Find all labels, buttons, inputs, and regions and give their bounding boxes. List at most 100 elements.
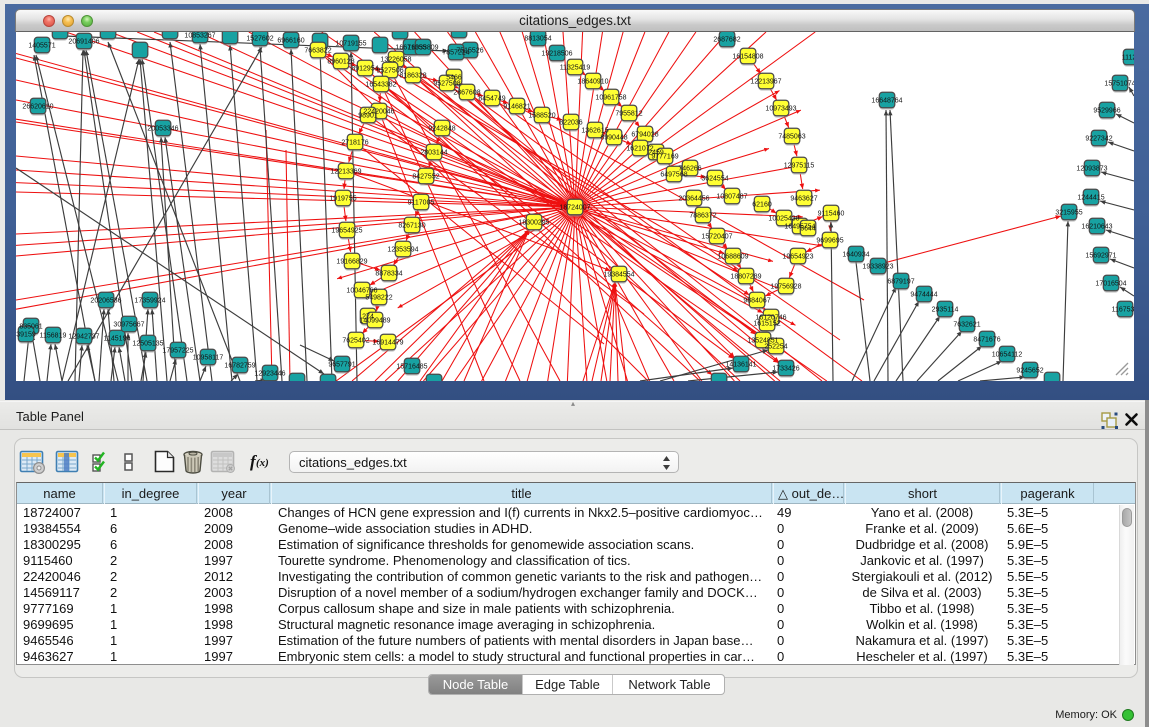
svg-text:9657791: 9657791 [328,362,355,369]
svg-text:10853267: 10853267 [184,33,215,40]
svg-text:7857224: 7857224 [442,50,469,57]
svg-text:19338923: 19338923 [862,264,893,271]
svg-text:12942737: 12942737 [68,334,99,341]
svg-text:10973493: 10973493 [765,106,796,113]
svg-text:2687682: 2687682 [713,37,740,44]
svg-text:9117005: 9117005 [408,200,435,207]
svg-text:9474444: 9474444 [910,292,937,299]
svg-text:18300295: 18300295 [518,220,549,227]
svg-text:15716485: 15716485 [396,364,427,371]
svg-text:18807289: 18807289 [730,274,761,281]
svg-text:8990448: 8990448 [600,135,627,142]
svg-text:6794028: 6794028 [631,132,658,139]
svg-text:9527508: 9527508 [433,81,460,88]
svg-text:1640934: 1640934 [842,252,869,259]
svg-text:16543382: 16543382 [365,82,396,89]
svg-text:1588520: 1588520 [528,113,555,120]
svg-text:20053346: 20053346 [147,126,178,133]
svg-text:(x): (x) [256,457,269,469]
svg-text:1156819: 1156819 [40,333,67,340]
svg-text:10688609: 10688609 [717,254,748,261]
svg-text:252254: 252254 [764,344,787,351]
svg-text:17359924: 17359924 [134,298,165,305]
svg-text:5644: 5644 [800,226,816,233]
svg-text:19654925: 19654925 [331,228,362,235]
svg-text:19654923: 19654923 [782,254,813,261]
svg-text:2718176: 2718176 [341,140,368,147]
svg-text:10025438: 10025438 [768,216,799,223]
svg-text:2935114: 2935114 [932,307,959,314]
svg-text:18724007: 18724007 [559,205,590,212]
svg-text:9245652: 9245652 [1016,368,1043,375]
svg-text:26620610: 26620610 [22,104,53,111]
svg-text:17957225: 17957225 [162,348,193,355]
svg-text:12975115: 12975115 [784,163,815,170]
svg-text:39159: 39159 [16,332,36,339]
svg-text:1615152: 1615152 [753,321,780,328]
svg-text:19218506: 19218506 [541,51,572,58]
svg-text:6966160: 6966160 [277,38,304,45]
svg-text:835061: 835061 [19,324,42,331]
svg-text:98901: 98901 [358,113,378,120]
svg-text:7663822: 7663822 [304,48,331,55]
svg-text:11127: 11127 [1122,55,1134,62]
svg-text:2803144: 2803144 [420,150,447,157]
svg-text:62160: 62160 [752,202,772,209]
svg-text:16648764: 16648764 [871,98,902,105]
svg-text:8186328: 8186328 [399,73,426,80]
svg-text:7625402: 7625402 [342,338,369,345]
svg-text:1145194: 1145194 [104,336,131,343]
svg-text:1733426: 1733426 [772,366,799,373]
svg-text:9529966: 9529966 [1093,108,1120,115]
svg-text:3215955: 3215955 [1055,210,1082,217]
svg-text:822036: 822036 [559,120,582,127]
svg-text:8427552: 8427552 [412,174,439,181]
svg-text:1244415: 1244415 [1077,195,1104,202]
svg-text:12353594: 12353594 [387,247,418,254]
svg-text:6497568: 6497568 [660,172,687,179]
svg-text:7955812: 7955812 [615,111,642,118]
svg-text:30975667: 30975667 [113,322,144,329]
svg-text:8878334: 8878334 [375,271,402,278]
svg-text:16782759: 16782759 [224,363,255,370]
svg-text:20206536: 20206536 [90,298,121,305]
svg-text:10654112: 10654112 [992,352,1023,359]
svg-text:16033809: 16033809 [407,45,438,52]
svg-text:16154808: 16154808 [732,54,763,61]
svg-text:18640910: 18640910 [577,79,608,86]
svg-text:12213369: 12213369 [330,169,361,176]
svg-text:1527602: 1527602 [246,36,273,43]
svg-text:10958117: 10958117 [193,355,224,362]
svg-text:10719155: 10719155 [335,41,366,48]
svg-text:14099489: 14099489 [359,318,390,325]
svg-text:10807487: 10807487 [716,194,747,201]
svg-text:8813054: 8813054 [524,36,551,43]
svg-text:15751074: 15751074 [1104,81,1134,88]
svg-text:10046766: 10046766 [346,288,377,295]
svg-text:16210643: 16210643 [1081,224,1112,231]
svg-text:8960128: 8960128 [327,59,354,66]
svg-text:20691406: 20691406 [68,39,99,46]
svg-text:9884067: 9884067 [743,298,770,305]
svg-text:3624554: 3624554 [701,176,728,183]
svg-text:17016504: 17016504 [1095,281,1126,288]
svg-text:12505135: 12505135 [132,341,163,348]
svg-text:12923446: 12923446 [254,371,285,378]
svg-text:1919755: 1919755 [329,196,356,203]
svg-text:6879197: 6879197 [887,279,914,286]
svg-text:5498222: 5498222 [365,295,392,302]
svg-text:9115460: 9115460 [818,211,845,218]
svg-text:9227342: 9227342 [1085,136,1112,143]
svg-text:8471676: 8471676 [973,337,1000,344]
svg-text:2867608: 2867608 [453,90,480,97]
svg-text:7886372: 7886372 [689,213,716,220]
svg-text:15720407: 15720407 [701,234,732,241]
svg-text:12213967: 12213967 [750,79,781,86]
svg-text:7632621: 7632621 [953,322,980,329]
svg-text:11325419: 11325419 [560,65,591,72]
svg-text:10961758: 10961758 [595,95,626,102]
svg-text:9699695: 9699695 [816,238,843,245]
svg-text:12093873: 12093873 [1076,166,1107,173]
svg-text:19384554: 19384554 [603,272,634,279]
svg-text:1405571: 1405571 [28,43,55,50]
